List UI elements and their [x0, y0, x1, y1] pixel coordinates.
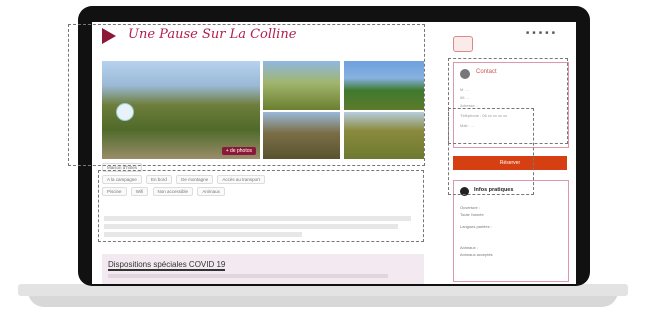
covid-section: Dispositions spéciales COVID 19: [102, 254, 424, 284]
dashed-highlight: [98, 170, 424, 242]
social-icons: ■ ■ ■ ■ ■: [526, 30, 556, 36]
twitter-icon[interactable]: ■: [526, 30, 530, 36]
covid-title: Dispositions spéciales COVID 19: [108, 260, 226, 271]
favorite-icon[interactable]: [453, 36, 473, 52]
info-line: Animaux acceptés: [460, 252, 493, 257]
dashed-highlight: [448, 108, 534, 195]
phone-icon[interactable]: ■: [552, 30, 556, 36]
instagram-icon[interactable]: ■: [539, 30, 543, 36]
covid-text: [108, 274, 388, 278]
email-icon[interactable]: ■: [545, 30, 549, 36]
info-line: Ouverture :: [460, 205, 481, 210]
info-line: Langues parlées :: [460, 224, 492, 229]
info-line: Toute l'année: [460, 212, 484, 217]
facebook-icon[interactable]: ■: [532, 30, 536, 36]
dashed-highlight: [68, 24, 425, 166]
practical-info-box: Infos pratiques Ouverture : Toute l'anné…: [453, 180, 569, 282]
info-line: Animaux :: [460, 245, 478, 250]
